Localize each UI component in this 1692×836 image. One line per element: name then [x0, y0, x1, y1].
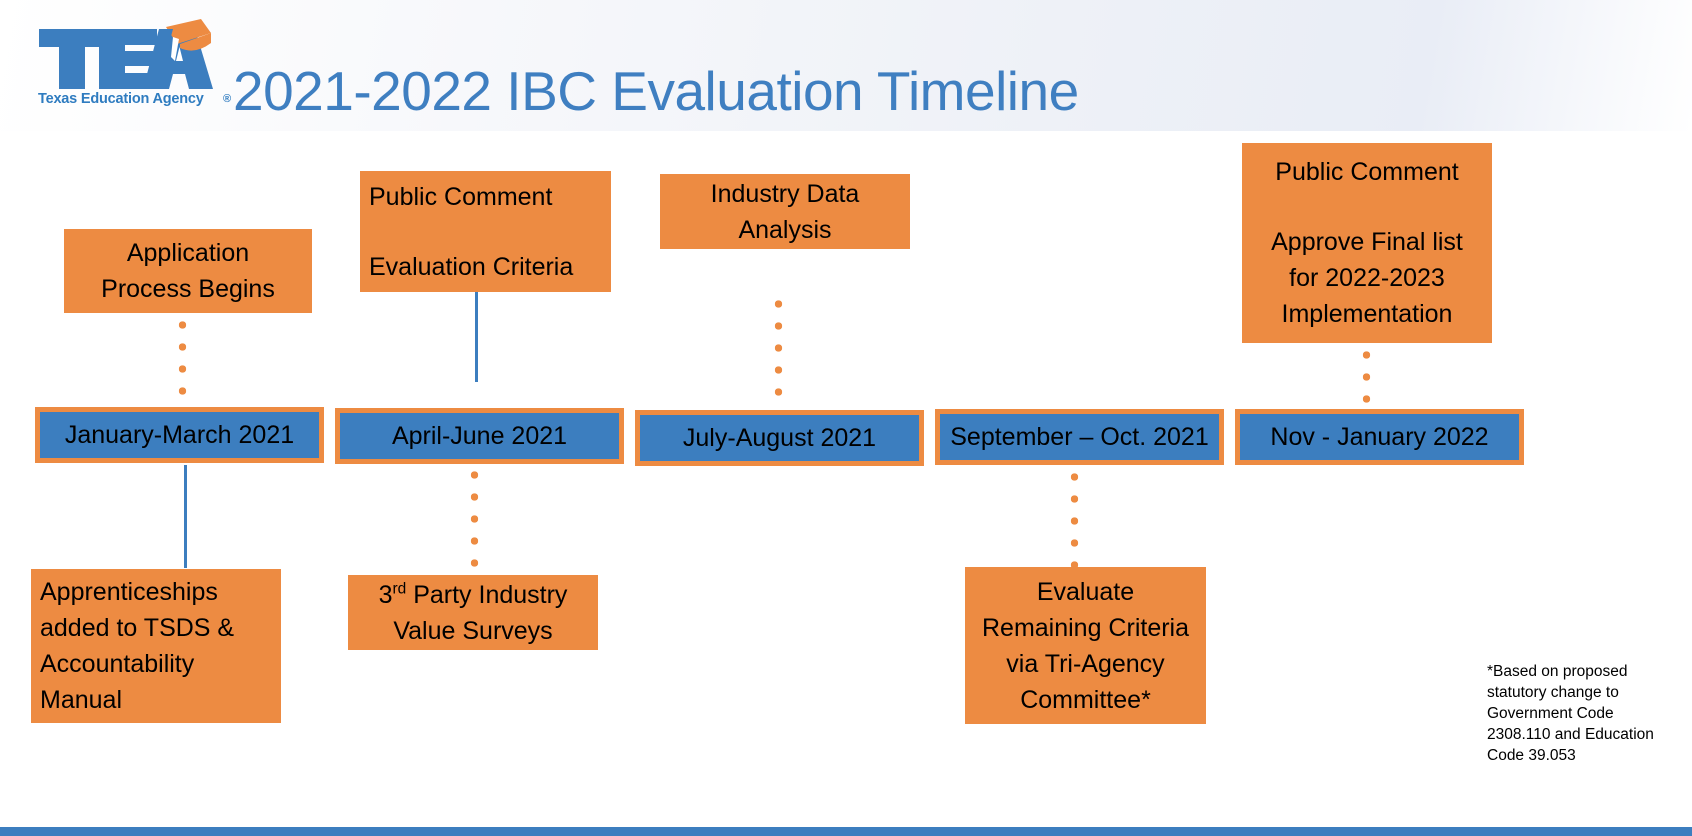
connector-dotted-third-party-surveys: [470, 464, 479, 574]
connector-solid-public-comment-evaluation-criteria: [475, 292, 478, 382]
event-line-1: Apprenticeships: [40, 578, 218, 606]
event-line-2: Evaluation Criteria: [369, 252, 574, 281]
timeline-period-september-oct-2021[interactable]: September – Oct. 2021: [935, 409, 1224, 465]
event-line-2: Approve Final list: [1271, 228, 1463, 256]
footnote-line-3: Government Code: [1487, 705, 1614, 722]
ordinal-suffix: rd: [392, 580, 407, 598]
event-line-4: Implementation: [1281, 300, 1453, 328]
footnote-line-5: Code 39.053: [1487, 747, 1576, 764]
event-line-3: for 2022-2023: [1289, 264, 1445, 292]
event-line-2: Analysis: [738, 215, 832, 244]
event-line-1: Application: [126, 239, 250, 267]
bottom-accent-bar: [0, 827, 1692, 836]
event-line-1: Public Comment: [369, 182, 553, 211]
period-label: Nov - January 2022: [1270, 422, 1489, 451]
event-line-1-prefix: 3: [378, 580, 393, 609]
event-line-2: added to TSDS &: [40, 614, 235, 642]
footnote-line-4: 2308.110 and Education: [1487, 726, 1654, 743]
event-box-third-party-industry-value-surveys: 3rd Party Industry Value Surveys: [348, 575, 598, 650]
event-line-3: via Tri-Agency: [1006, 649, 1165, 678]
tea-logo-mark-icon: [39, 19, 213, 89]
event-line-1-rest: Party Industry: [406, 580, 568, 609]
connector-dotted-evaluate-remaining-criteria: [1070, 466, 1079, 571]
event-line-1: Evaluate: [1036, 577, 1135, 606]
tea-logo-tagline: Texas Education Agency: [38, 91, 204, 107]
event-line-2: Value Surveys: [393, 616, 553, 645]
period-label: September – Oct. 2021: [950, 422, 1209, 451]
event-box-public-comment-approve-final-list: Public Comment Approve Final list for 20…: [1242, 143, 1492, 343]
page-title: 2021-2022 IBC Evaluation Timeline: [233, 59, 1079, 122]
event-line-1: 3rd Party Industry: [354, 577, 592, 613]
footnote-line-2: statutory change to: [1487, 684, 1619, 701]
registered-mark: ®: [223, 93, 232, 105]
slide-canvas: Texas Education Agency ® 2021-2022 IBC E…: [0, 0, 1692, 836]
event-line-4: Manual: [40, 686, 122, 714]
footnote: *Based on proposed statutory change to G…: [1487, 661, 1677, 766]
period-label: April-June 2021: [391, 421, 568, 450]
timeline-period-nov-january-2022[interactable]: Nov - January 2022: [1235, 409, 1524, 465]
event-line-4: Committee*: [1020, 685, 1151, 714]
event-box-application-process: Application Process Begins: [64, 229, 312, 313]
event-box-evaluate-remaining-criteria: Evaluate Remaining Criteria via Tri-Agen…: [965, 567, 1206, 724]
connector-dotted-industry-data-analysis: [774, 293, 783, 411]
connector-dotted-public-comment-approve-final-list: [1362, 344, 1371, 410]
tea-logo: Texas Education Agency ®: [33, 17, 231, 112]
event-line-2: Remaining Criteria: [981, 613, 1190, 642]
timeline-period-july-august-2021[interactable]: July-August 2021: [635, 410, 924, 466]
period-label: January-March 2021: [64, 420, 295, 449]
event-line-3: Accountability: [40, 650, 195, 678]
footnote-line-1: *Based on proposed: [1487, 663, 1628, 680]
connector-dotted-application-process: [178, 314, 187, 410]
event-box-public-comment-evaluation-criteria: Public Comment Evaluation Criteria: [360, 171, 611, 292]
event-line-1: Industry Data: [710, 179, 860, 208]
event-line-1: Public Comment: [1275, 158, 1459, 186]
event-line-2: Process Begins: [101, 275, 275, 303]
event-box-industry-data-analysis: Industry Data Analysis: [660, 174, 910, 249]
event-box-apprenticeships-tsds: Apprenticeships added to TSDS & Accounta…: [31, 569, 281, 723]
timeline-period-january-march-2021[interactable]: January-March 2021: [35, 407, 324, 463]
connector-solid-apprenticeships: [184, 465, 187, 568]
period-label: July-August 2021: [682, 423, 877, 452]
timeline-period-april-june-2021[interactable]: April-June 2021: [335, 408, 624, 464]
